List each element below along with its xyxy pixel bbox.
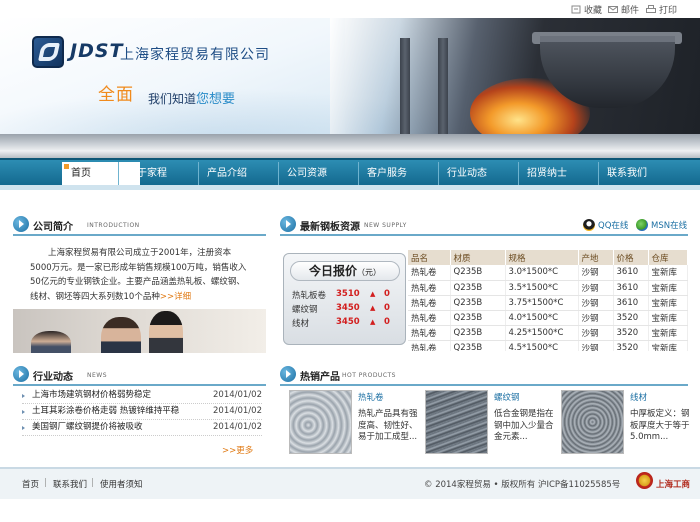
nav-contact[interactable]: 联系我们 [598, 162, 700, 185]
print-link[interactable]: 打印 [646, 3, 677, 16]
board-title: 今日报价（元） [290, 261, 400, 281]
bullet-icon [22, 394, 25, 398]
qq-label: QQ在线 [598, 221, 629, 231]
footer-link-home[interactable]: 首页 [22, 478, 39, 490]
today-price-board: 今日报价（元） 热轧板卷 3510 ▲ 0 螺纹钢 3450 ▲ 0 线材 34… [283, 253, 406, 345]
news-item[interactable]: 土耳其彩涂卷价格走弱 热镀锌维持平稳 2014/01/02 [22, 404, 262, 420]
msn-online-link[interactable]: MSN在线 [636, 219, 687, 231]
copyright: © 2014家程贸易 • 版权所有 沪ICP备11025585号 [424, 480, 621, 490]
footer-link-contact[interactable]: 联系我们 [53, 478, 87, 490]
board-row: 线材 3450 ▲ 0 [292, 317, 390, 329]
arrow-icon [13, 366, 29, 382]
price-table-header: 品名 材质 规格 产地 价格 仓库 [408, 250, 688, 265]
news-item[interactable]: 上海市场建筑钢材价格弱势稳定 2014/01/02 [22, 388, 262, 404]
price-table-viewport[interactable]: 品名 材质 规格 产地 价格 仓库 热轧卷 Q235B 3.0*1500*C 沙钢 36… [408, 250, 688, 351]
intro-title-en: INTRODUCTION [87, 222, 140, 229]
main-nav: 首页 关于家程 产品介绍 公司资源 客户服务 行业动态 招贤纳士 联系我们 [0, 158, 700, 185]
bureau-label[interactable]: 上海工商 [656, 478, 690, 490]
nav-about[interactable]: 关于家程 [118, 162, 196, 185]
office-photo [13, 309, 266, 353]
news-item[interactable]: 美国钢厂螺纹钢提价将被吸收 2014/01/02 [22, 420, 262, 436]
mail-link[interactable]: 邮件 [608, 3, 639, 16]
news-title-en: NEWS [87, 372, 108, 379]
up-arrow-icon: ▲ [370, 304, 376, 312]
product-name[interactable]: 线材 [630, 391, 647, 403]
qq-online-link[interactable]: QQ在线 [583, 219, 628, 231]
intro-text: 上海家程贸易有限公司成立于2001年，注册资本5000万元。是一家已形成年销售规… [30, 248, 247, 302]
bookmark-icon [571, 5, 581, 14]
col-header: 产地 [578, 250, 614, 265]
nav-resources[interactable]: 公司资源 [278, 162, 356, 185]
col-header: 材质 [450, 250, 506, 265]
print-label: 打印 [659, 6, 678, 16]
nav-products[interactable]: 产品介绍 [198, 162, 276, 185]
news-title: 行业动态 [33, 372, 73, 383]
products-title-en: HOT PRODUCTS [342, 372, 396, 379]
up-arrow-icon: ▲ [370, 290, 376, 298]
bullet-icon [22, 426, 25, 430]
header-banner: JDST 上海家程贸易有限公司 全面 我们知道您想要 [0, 18, 700, 158]
wire-rod-image[interactable] [561, 390, 624, 454]
slogan: 我们知道您想要 [148, 92, 236, 107]
news-list: 上海市场建筑钢材价格弱势稳定 2014/01/02 土耳其彩涂卷价格走弱 热镀锌维… [22, 388, 262, 436]
news-header: 行业动态 NEWS [13, 364, 266, 386]
product-desc: 热轧产品具有强度高、韧性好、易于加工成型... [358, 409, 418, 442]
product-name[interactable]: 热轧卷 [358, 391, 384, 403]
rebar-image[interactable] [425, 390, 488, 454]
company-name: 上海家程贸易有限公司 [120, 47, 270, 63]
favorite-link[interactable]: 收藏 [571, 3, 602, 16]
supply-title: 最新钢板资源 [300, 222, 360, 233]
table-row: 热轧卷 Q235B 4.5*1500*C 沙钢 3520 宝新库 [408, 340, 688, 351]
table-row: 热轧卷 Q235B 3.5*1500*C 沙钢 3610 宝新库 [408, 280, 688, 296]
msn-icon [636, 219, 648, 231]
utility-bar: 收藏 邮件 打印 [0, 0, 700, 18]
supply-title-en: NEW SUPPLY [364, 222, 407, 229]
industry-bureau-emblem-icon[interactable] [636, 472, 653, 489]
footer-link-terms[interactable]: 使用者须知 [100, 478, 143, 490]
arrow-icon [13, 216, 29, 232]
intro-header: 公司简介 INTRODUCTION [13, 214, 266, 236]
products-title: 热销产品 [300, 372, 340, 383]
board-row: 螺纹钢 3450 ▲ 0 [292, 303, 390, 315]
arrow-icon [280, 216, 296, 232]
qq-penguin-icon [583, 219, 595, 231]
board-row: 热轧板卷 3510 ▲ 0 [292, 289, 390, 301]
nav-service[interactable]: 客户服务 [358, 162, 436, 185]
mail-icon [608, 6, 618, 13]
news-more-link[interactable]: >>更多 [222, 444, 253, 456]
mail-label: 邮件 [621, 6, 640, 16]
col-header: 价格 [613, 250, 649, 265]
nav-careers[interactable]: 招贤纳士 [518, 162, 596, 185]
table-row: 热轧卷 Q235B 4.0*1500*C 沙钢 3520 宝新库 [408, 310, 688, 326]
col-header: 仓库 [648, 250, 688, 265]
msn-label: MSN在线 [651, 221, 688, 231]
table-row: 热轧卷 Q235B 3.0*1500*C 沙钢 3610 宝新库 [408, 265, 688, 281]
table-row: 热轧卷 Q235B 4.25*1500*C 沙钢 3520 宝新库 [408, 325, 688, 341]
col-header: 品名 [408, 250, 451, 265]
price-table: 品名 材质 规格 产地 价格 仓库 热轧卷 Q235B 3.0*1500*C 沙钢 36… [408, 250, 688, 351]
logo-text: JDST [70, 40, 124, 62]
slogan-highlight: 全面 [98, 85, 134, 105]
intro-title: 公司简介 [33, 222, 73, 233]
product-name[interactable]: 螺纹钢 [494, 391, 520, 403]
product-desc: 低合金钢是指在钢中加入少量合金元素... [494, 409, 554, 442]
table-row: 热轧卷 Q235B 3.75*1500*C 沙钢 3610 宝新库 [408, 295, 688, 311]
product-desc: 中厚板定义：钢板厚度大于等于5.0mm... [630, 409, 690, 442]
nav-industry[interactable]: 行业动态 [438, 162, 516, 185]
company-logo-icon[interactable] [32, 36, 64, 68]
intro-more-link[interactable]: >>详细 [160, 292, 191, 302]
arrow-icon [280, 366, 296, 382]
bullet-icon [22, 410, 25, 414]
up-arrow-icon: ▲ [370, 318, 376, 326]
col-header: 规格 [505, 250, 579, 265]
products-header: 热销产品 HOT PRODUCTS [280, 364, 688, 386]
favorite-label: 收藏 [584, 6, 603, 16]
hot-rolled-coil-image[interactable] [289, 390, 352, 454]
printer-icon [646, 5, 656, 13]
